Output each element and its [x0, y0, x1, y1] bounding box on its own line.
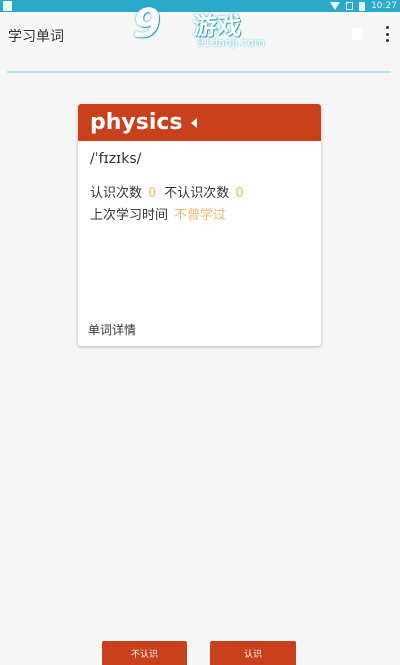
- word-detail-link[interactable]: 单词详情: [88, 321, 136, 338]
- unknown-button[interactable]: 不认识: [102, 641, 187, 665]
- word-card-header: physics: [78, 104, 321, 141]
- count-row: 认识次数 0 不认识次数 0: [90, 182, 252, 201]
- watermark-url: 91danji.com: [197, 36, 265, 49]
- unknown-count-label: 不认识次数: [164, 186, 230, 201]
- last-study-value: 不曾学过: [174, 208, 227, 223]
- speaker-icon[interactable]: [190, 117, 197, 128]
- signal-icon: [346, 2, 354, 10]
- last-study-row: 上次学习时间 不曾学过: [90, 204, 226, 223]
- overflow-menu-icon[interactable]: [386, 26, 390, 42]
- battery-icon: [359, 1, 366, 11]
- wifi-icon: [330, 2, 341, 10]
- last-study-label: 上次学习时间: [90, 208, 169, 223]
- known-count-label: 认识次数: [90, 186, 143, 201]
- known-count-value: 0: [148, 186, 157, 201]
- page-title: 学习单词: [8, 29, 64, 45]
- known-button[interactable]: 认识: [210, 641, 296, 665]
- status-icons: 10:27: [330, 0, 397, 12]
- watermark-logo: 9: [133, 1, 161, 47]
- status-time: 10:27: [371, 1, 397, 11]
- word-title: physics: [90, 110, 183, 135]
- phonetic: /ˈfɪzɪks/: [90, 151, 142, 167]
- word-card: physics /ˈfɪzɪks/ 认识次数 0 不认识次数 0 上次学习时间 不曾学过…: [78, 104, 321, 346]
- unknown-count-value: 0: [235, 186, 244, 201]
- watermark: 9 游戏 91danji.com: [133, 2, 269, 54]
- progress-divider: [7, 71, 391, 73]
- sync-icon[interactable]: [352, 28, 362, 40]
- notification-icon: [3, 1, 12, 11]
